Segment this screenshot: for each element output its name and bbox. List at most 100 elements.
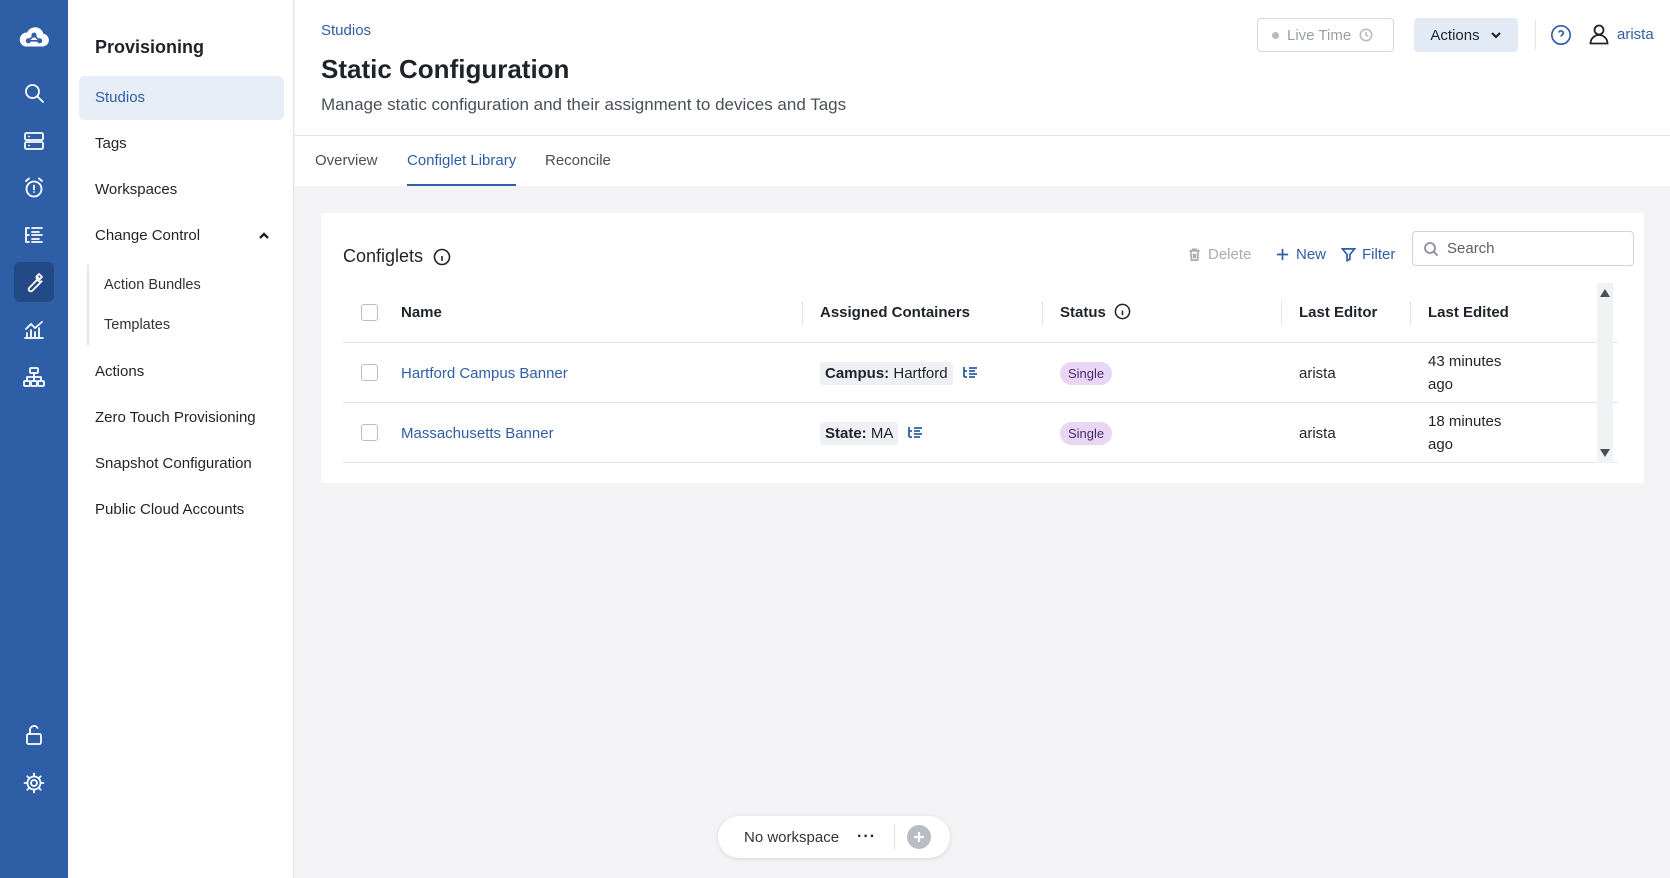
chevron-down-icon (1490, 32, 1501, 39)
cloud-logo-icon[interactable] (14, 18, 54, 58)
scroll-up-arrow-icon[interactable] (1600, 289, 1610, 297)
configlets-card: Configlets Delete New Filter Name Assign… (321, 213, 1644, 483)
delete-button[interactable]: Delete (1187, 238, 1251, 270)
sidebar-item-workspaces[interactable]: Workspaces (79, 168, 284, 212)
search-input[interactable] (1447, 240, 1617, 257)
icon-rail (0, 0, 68, 878)
clock-icon (1359, 28, 1373, 42)
change-control-submenu: Action Bundles Templates (87, 265, 267, 345)
delete-label: Delete (1208, 245, 1252, 263)
search-icon (1424, 241, 1439, 256)
page-header: Studios Static Configuration Manage stat… (295, 0, 1670, 136)
last-editor-cell: arista (1299, 424, 1336, 442)
row-checkbox[interactable] (361, 364, 378, 381)
user-menu[interactable]: arista (1587, 22, 1654, 46)
devices-icon[interactable] (14, 121, 54, 161)
workspace-bar: No workspace ··· (718, 816, 950, 858)
tab-configlet-library[interactable]: Configlet Library (407, 136, 517, 186)
unlock-icon[interactable] (14, 715, 54, 755)
user-icon (1589, 24, 1609, 45)
new-label: New (1296, 245, 1327, 263)
chevron-up-icon[interactable] (258, 214, 272, 258)
sidebar-item-templates[interactable]: Templates (89, 305, 267, 345)
hierarchy-icon[interactable] (961, 364, 979, 382)
tab-reconcile[interactable]: Reconcile (545, 136, 611, 186)
sidebar-item-studios[interactable]: Studios (79, 76, 284, 120)
sidebar-item-label: Change Control (95, 227, 201, 244)
sidebar-item-change-control[interactable]: Change Control (79, 214, 284, 258)
live-time-label: Live Time (1287, 26, 1352, 44)
last-edited-cell: 43 minutes ago (1428, 353, 1502, 393)
new-button[interactable]: New (1275, 238, 1326, 270)
filter-icon (1341, 247, 1356, 262)
status-badge: Single (1060, 361, 1113, 385)
tab-overview[interactable]: Overview (315, 136, 378, 186)
wrench-icon[interactable] (14, 262, 54, 302)
table-scrollbar[interactable] (1597, 283, 1613, 463)
column-header-last-editor[interactable]: Last Editor (1280, 283, 1377, 343)
workspace-label[interactable]: No workspace (744, 829, 839, 846)
dashboard-chart-icon[interactable] (14, 310, 54, 350)
table-row[interactable]: Hartford Campus Banner Campus: Hartford … (343, 343, 1618, 403)
column-header-assigned-containers[interactable]: Assigned Containers (801, 283, 970, 343)
sidebar-item-actions[interactable]: Actions (79, 350, 284, 394)
actions-dropdown[interactable]: Actions (1414, 18, 1518, 52)
status-cell: Single (1060, 343, 1113, 403)
assigned-container-cell: Campus: Hartford (820, 343, 979, 403)
configlet-name-link[interactable]: Hartford Campus Banner (401, 343, 568, 403)
info-icon[interactable] (433, 248, 451, 266)
topology-icon[interactable] (14, 357, 54, 397)
live-time-button[interactable]: Live Time (1257, 18, 1394, 52)
column-header-last-edited[interactable]: Last Edited (1410, 283, 1509, 343)
info-icon[interactable] (1114, 303, 1131, 320)
configlet-name-link[interactable]: Massachusetts Banner (401, 403, 554, 463)
container-tag: Campus: Hartford (820, 361, 953, 385)
alarm-icon[interactable] (14, 168, 54, 208)
sidebar-title: Provisioning (95, 37, 205, 57)
assigned-container-cell: State: MA (820, 403, 924, 463)
help-icon[interactable] (1550, 24, 1572, 46)
scroll-down-arrow-icon[interactable] (1600, 449, 1610, 457)
configlets-heading: Configlets (343, 246, 424, 266)
column-header-status[interactable]: Status (1042, 283, 1131, 343)
sidebar-item-action-bundles[interactable]: Action Bundles (89, 265, 267, 305)
row-checkbox[interactable] (361, 424, 378, 441)
page-subtitle: Manage static configuration and their as… (321, 95, 847, 114)
status-badge: Single (1060, 421, 1113, 445)
add-workspace-button[interactable] (907, 825, 932, 849)
search-box[interactable] (1412, 231, 1634, 266)
filter-label: Filter (1362, 245, 1396, 263)
card-title: Configlets (343, 246, 451, 267)
plus-icon (1276, 248, 1289, 260)
search-icon[interactable] (14, 73, 54, 113)
status-header-label: Status (1060, 304, 1106, 321)
status-cell: Single (1060, 403, 1113, 463)
actions-label: Actions (1430, 26, 1480, 44)
select-all-checkbox[interactable] (361, 304, 378, 321)
plus-icon (914, 832, 925, 842)
trash-icon (1189, 248, 1200, 261)
breadcrumb-studios[interactable]: Studios (321, 22, 371, 39)
container-tag: State: MA (820, 421, 899, 445)
column-header-name[interactable]: Name (401, 283, 442, 343)
username: arista (1617, 25, 1654, 43)
table-header: Name Assigned Containers Status Last Edi… (343, 283, 1618, 343)
filter-button[interactable]: Filter (1341, 238, 1395, 270)
provisioning-sidebar: Provisioning Studios Tags Workspaces Cha… (68, 0, 294, 878)
settings-gear-icon[interactable] (14, 763, 54, 803)
tab-bar: Overview Configlet Library Reconcile (295, 136, 1670, 186)
task-list-icon[interactable] (14, 215, 54, 255)
hierarchy-icon[interactable] (906, 424, 924, 442)
header-divider (1535, 20, 1536, 50)
status-dot-icon (1272, 31, 1279, 39)
more-options-icon[interactable]: ··· (857, 828, 876, 846)
sidebar-item-zero-touch-provisioning[interactable]: Zero Touch Provisioning (79, 396, 284, 440)
configlets-table: Name Assigned Containers Status Last Edi… (343, 283, 1618, 463)
page-title: Static Configuration (321, 54, 570, 84)
table-row[interactable]: Massachusetts Banner State: MA Single ar… (343, 403, 1618, 463)
sidebar-item-tags[interactable]: Tags (79, 122, 284, 166)
last-edited-cell: 18 minutes ago (1428, 413, 1502, 453)
sidebar-item-public-cloud-accounts[interactable]: Public Cloud Accounts (79, 488, 284, 532)
sidebar-item-snapshot-configuration[interactable]: Snapshot Configuration (79, 442, 284, 486)
last-editor-cell: arista (1299, 364, 1336, 382)
